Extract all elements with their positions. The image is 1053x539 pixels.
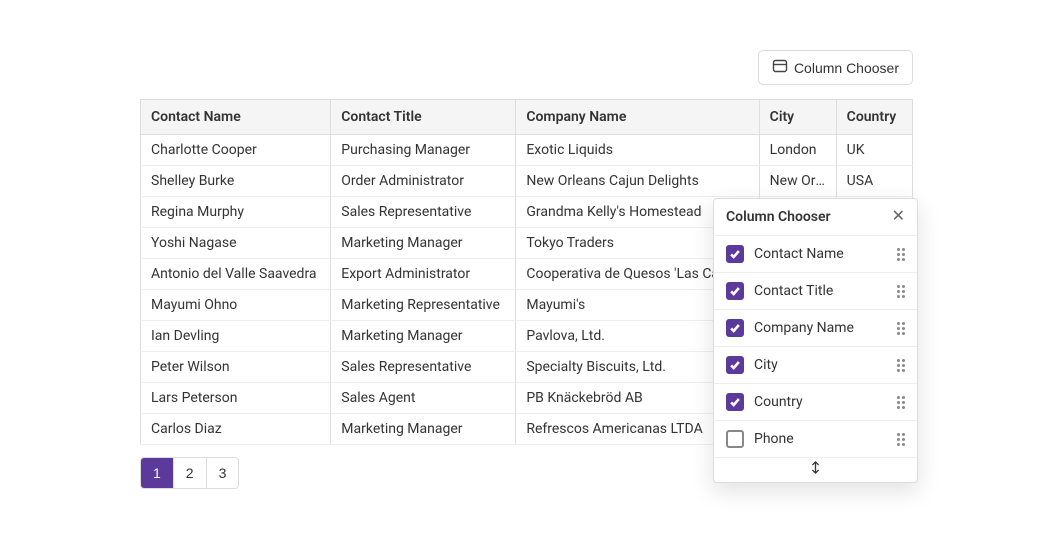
cell-contact-name: Regina Murphy: [141, 197, 331, 228]
column-chooser-item-label: Contact Name: [754, 246, 887, 262]
column-chooser-button-label: Column Chooser: [794, 60, 899, 76]
resize-vertical-icon: [810, 461, 821, 478]
column-chooser-item-label: Phone: [754, 431, 887, 447]
drag-handle-icon[interactable]: [897, 396, 905, 409]
column-chooser-panel: Column Chooser ✕ Contact Name Contact Tit…: [713, 198, 918, 483]
cell-contact-title: Marketing Manager: [331, 228, 516, 259]
table-row: Shelley BurkeOrder AdministratorNew Orle…: [141, 166, 913, 197]
cell-contact-title: Sales Representative: [331, 352, 516, 383]
cell-contact-title: Export Administrator: [331, 259, 516, 290]
drag-handle-icon[interactable]: [897, 433, 905, 446]
checkbox[interactable]: [726, 319, 744, 337]
close-icon: ✕: [892, 208, 905, 225]
column-chooser-button[interactable]: Column Chooser: [758, 50, 913, 85]
cell-contact-title: Order Administrator: [331, 166, 516, 197]
cell-contact-title: Purchasing Manager: [331, 135, 516, 166]
cell-contact-name: Peter Wilson: [141, 352, 331, 383]
checkbox[interactable]: [726, 356, 744, 374]
cell-contact-title: Marketing Manager: [331, 414, 516, 445]
cell-contact-name: Carlos Diaz: [141, 414, 331, 445]
column-chooser-item[interactable]: Contact Title: [714, 272, 917, 309]
cell-city: London: [759, 135, 836, 166]
table-header-row: Contact Name Contact Title Company Name …: [141, 100, 913, 135]
pagination: 123: [140, 457, 239, 489]
column-chooser-item[interactable]: Company Name: [714, 309, 917, 346]
column-chooser-icon: [772, 58, 788, 77]
drag-handle-icon[interactable]: [897, 359, 905, 372]
cell-contact-name: Yoshi Nagase: [141, 228, 331, 259]
cell-country: UK: [836, 135, 912, 166]
table-row: Charlotte CooperPurchasing ManagerExotic…: [141, 135, 913, 166]
cell-country: USA: [836, 166, 912, 197]
cell-contact-name: Lars Peterson: [141, 383, 331, 414]
panel-header: Column Chooser ✕: [714, 199, 917, 235]
column-chooser-item-label: City: [754, 357, 887, 373]
column-header-contact-name[interactable]: Contact Name: [141, 100, 331, 135]
drag-handle-icon[interactable]: [897, 285, 905, 298]
column-chooser-item[interactable]: Country: [714, 383, 917, 420]
column-chooser-item-label: Company Name: [754, 320, 887, 336]
cell-company-name: New Orleans Cajun Delights: [516, 166, 759, 197]
column-chooser-item-label: Contact Title: [754, 283, 887, 299]
toolbar: Column Chooser: [140, 50, 913, 85]
checkbox[interactable]: [726, 430, 744, 448]
page-button-1[interactable]: 1: [141, 458, 174, 488]
page-button-2[interactable]: 2: [174, 458, 207, 488]
column-chooser-item[interactable]: Contact Name: [714, 235, 917, 272]
cell-contact-title: Sales Representative: [331, 197, 516, 228]
drag-handle-icon[interactable]: [897, 248, 905, 261]
cell-contact-name: Mayumi Ohno: [141, 290, 331, 321]
column-header-country[interactable]: Country: [836, 100, 912, 135]
checkbox[interactable]: [726, 245, 744, 263]
column-chooser-item-label: Country: [754, 394, 887, 410]
checkbox[interactable]: [726, 282, 744, 300]
column-chooser-item[interactable]: Phone: [714, 420, 917, 457]
cell-company-name: Exotic Liquids: [516, 135, 759, 166]
drag-handle-icon[interactable]: [897, 322, 905, 335]
cell-contact-name: Ian Devling: [141, 321, 331, 352]
checkbox[interactable]: [726, 393, 744, 411]
cell-contact-name: Charlotte Cooper: [141, 135, 331, 166]
cell-contact-name: Shelley Burke: [141, 166, 331, 197]
column-chooser-item[interactable]: City: [714, 346, 917, 383]
cell-city: New Orleans: [759, 166, 836, 197]
cell-contact-name: Antonio del Valle Saavedra: [141, 259, 331, 290]
column-header-city[interactable]: City: [759, 100, 836, 135]
cell-contact-title: Marketing Manager: [331, 321, 516, 352]
column-header-company-name[interactable]: Company Name: [516, 100, 759, 135]
resize-handle[interactable]: [714, 457, 917, 482]
panel-title: Column Chooser: [726, 209, 831, 225]
column-header-contact-title[interactable]: Contact Title: [331, 100, 516, 135]
cell-contact-title: Sales Agent: [331, 383, 516, 414]
cell-contact-title: Marketing Representative: [331, 290, 516, 321]
close-button[interactable]: ✕: [892, 209, 905, 225]
page-button-3[interactable]: 3: [207, 458, 239, 488]
